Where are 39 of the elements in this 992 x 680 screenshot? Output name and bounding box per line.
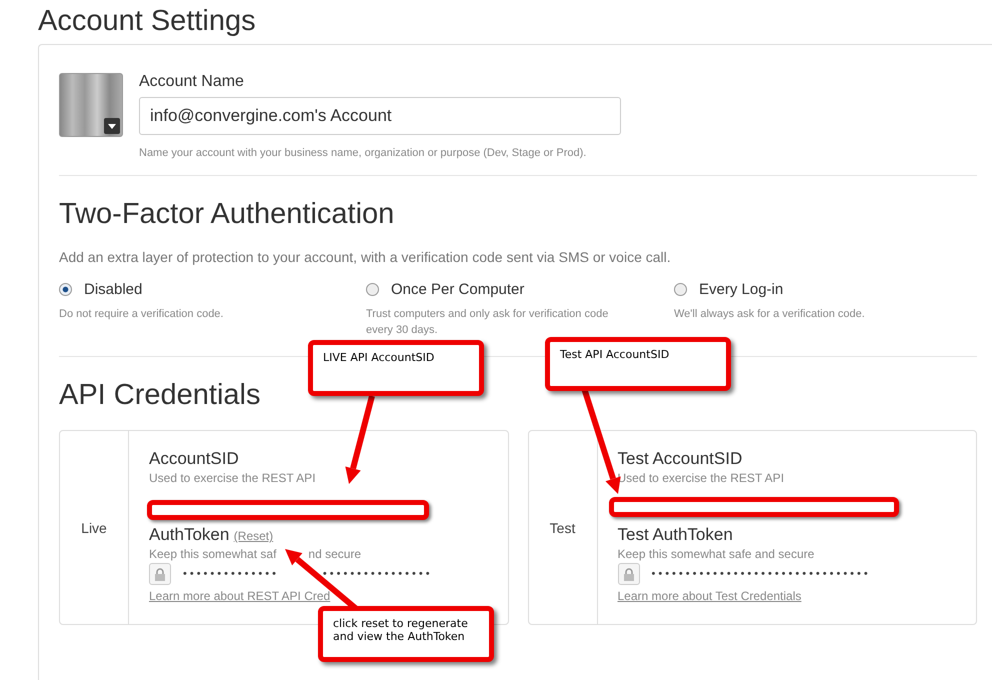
section-title: API Credentials xyxy=(59,379,262,412)
option-label: Once Per Computer xyxy=(391,281,524,298)
option-description: Do not require a verification code. xyxy=(59,307,224,322)
help-text: Keep this somewhat saf xyxy=(149,547,276,561)
environment-label: Test xyxy=(528,431,598,624)
reset-link[interactable]: (Reset) xyxy=(234,529,274,543)
help-text: Keep this somewhat safe and secure xyxy=(618,547,816,561)
option-description: We'll always ask for a verification code. xyxy=(674,307,866,322)
learn-more-link[interactable]: Learn more about Test Credentials xyxy=(618,589,871,603)
section-description: Add an extra layer of protection to your account, with a verification code sent via SMS or voice call. xyxy=(59,249,672,265)
help-text: Name your account with your business name, organization or purpose (Dev, Stage or Prod). xyxy=(139,147,588,159)
page-title: Account Settings xyxy=(38,4,257,38)
learn-more-link[interactable]: Learn more about REST API Cred xyxy=(149,589,433,603)
radio-button[interactable] xyxy=(59,283,72,296)
field-label: Test AccountSID xyxy=(618,449,744,469)
lock-icon xyxy=(618,563,640,585)
dropdown-icon[interactable] xyxy=(104,118,120,134)
option-description: Trust computers and only ask for verification code every 30 days. xyxy=(366,307,610,338)
option-label: Disabled xyxy=(84,281,142,298)
callout-note: Test API AccountSID xyxy=(545,337,731,391)
account-name-field[interactable]: info@convergine.com's Account xyxy=(139,97,621,135)
callout-note: LIVE API AccountSID xyxy=(308,340,484,396)
field-label: AccountSID xyxy=(149,449,240,469)
token-value: •••••••••••••••••••••••••••••••• xyxy=(652,568,871,580)
token-value: •••••••••••••••• xyxy=(322,568,433,580)
radio-button[interactable] xyxy=(674,283,687,296)
help-text: Used to exercise the REST API xyxy=(149,471,317,485)
avatar-image[interactable] xyxy=(59,73,123,137)
field-label: Account Name xyxy=(139,73,245,91)
radio-button[interactable] xyxy=(366,283,379,296)
option-label: Every Log-in xyxy=(699,281,784,298)
environment-label: Live xyxy=(60,431,129,624)
lock-icon xyxy=(149,563,171,585)
token-value: •••••••••••••• xyxy=(183,568,279,580)
field-label: Test AuthToken xyxy=(618,525,733,544)
help-text: nd secure xyxy=(308,547,362,561)
field-label: AuthToken xyxy=(149,525,230,544)
section-title: Two-Factor Authentication xyxy=(59,198,396,231)
callout-note: click reset to regenerate and view the AuthToken xyxy=(318,606,494,662)
